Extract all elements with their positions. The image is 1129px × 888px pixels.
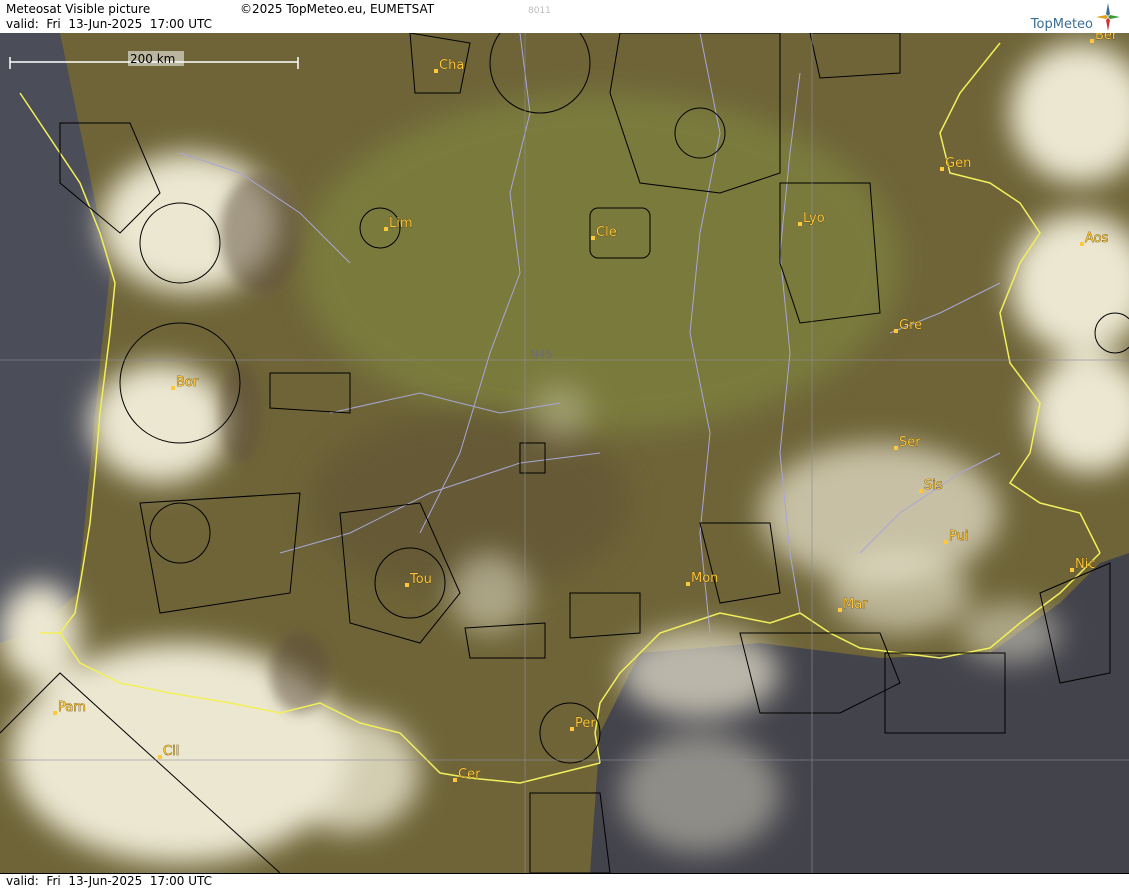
city-dot-icon: [158, 755, 162, 759]
city-dot-icon: [405, 583, 409, 587]
topmeteo-logo[interactable]: TopMeteo: [1021, 2, 1121, 32]
satellite-map[interactable]: N45 200 km Cha Ber Gen Lim Cle Lyo Aos Gre Bor Se…: [0, 33, 1129, 873]
map-frame: Meteosat Visible picture ©2025 TopMeteo.…: [0, 0, 1129, 888]
city-dot-icon: [944, 540, 948, 544]
city-label: Mar: [843, 597, 868, 612]
footer-valid-time: valid: Fri 13-Jun-2025 17:00 UTC: [6, 874, 213, 888]
city-dot-icon: [894, 329, 898, 333]
city-dot-icon: [591, 236, 595, 240]
city-ser[interactable]: Ser: [894, 435, 922, 450]
city-aos[interactable]: Aos: [1080, 231, 1109, 246]
city-dot-icon: [1080, 242, 1084, 246]
city-dot-icon: [570, 727, 574, 731]
grid-label-n45: N45: [530, 348, 552, 361]
city-label: Cer: [458, 767, 481, 782]
city-lim[interactable]: Lim: [384, 216, 413, 231]
city-label: Gen: [945, 156, 971, 171]
city-dot-icon: [894, 446, 898, 450]
city-mon[interactable]: Mon: [686, 571, 719, 586]
city-label: Cha: [439, 58, 464, 73]
city-gre[interactable]: Gre: [894, 318, 922, 333]
city-dot-icon: [1070, 568, 1074, 572]
city-bor[interactable]: Bor: [171, 375, 199, 390]
product-title: Meteosat Visible picture: [6, 2, 151, 16]
city-label: Cle: [596, 225, 617, 240]
city-label: Bor: [176, 375, 199, 390]
city-gen[interactable]: Gen: [940, 156, 972, 171]
city-dot-icon: [453, 778, 457, 782]
city-dot-icon: [919, 489, 923, 493]
city-mar[interactable]: Mar: [838, 597, 868, 612]
city-label: Lim: [389, 216, 413, 231]
city-label: Pui: [949, 529, 968, 544]
city-dot-icon: [686, 582, 690, 586]
city-dot-icon: [434, 69, 438, 73]
compass-star-icon: [1096, 3, 1120, 31]
city-dot-icon: [171, 386, 175, 390]
city-label: Ser: [899, 435, 921, 450]
city-label: Per: [575, 716, 596, 731]
city-cha[interactable]: Cha: [434, 58, 465, 73]
city-label: Ber: [1095, 33, 1118, 43]
city-label: Aos: [1085, 231, 1109, 246]
city-dot-icon: [798, 222, 802, 226]
city-label: Nic: [1075, 557, 1095, 572]
city-label: Sis: [924, 478, 943, 493]
city-label: Tou: [409, 572, 432, 587]
city-label: Gre: [899, 318, 922, 333]
city-dot-icon: [384, 227, 388, 231]
city-dot-icon: [838, 608, 842, 612]
scale-label: 200 km: [130, 52, 175, 66]
city-label: Cil: [163, 744, 179, 759]
city-pam[interactable]: Pam: [53, 700, 86, 715]
city-label: Lyo: [803, 211, 825, 226]
city-dot-icon: [1090, 39, 1094, 43]
city-label: Pam: [58, 700, 86, 715]
product-code: 8011: [528, 6, 551, 16]
header-bar: Meteosat Visible picture ©2025 TopMeteo.…: [0, 0, 1129, 34]
city-ber[interactable]: Ber: [1090, 33, 1118, 43]
valid-time: valid: Fri 13-Jun-2025 17:00 UTC: [6, 17, 213, 31]
city-dot-icon: [940, 167, 944, 171]
land-green-patch: [300, 93, 900, 433]
city-tou[interactable]: Tou: [405, 572, 432, 587]
footer-bar: valid: Fri 13-Jun-2025 17:00 UTC: [0, 873, 1129, 888]
copyright-text: ©2025 TopMeteo.eu, EUMETSAT: [240, 2, 435, 16]
city-cer[interactable]: Cer: [453, 767, 481, 782]
city-dot-icon: [53, 711, 57, 715]
logo-text: TopMeteo: [1030, 17, 1093, 32]
city-label: Mon: [691, 571, 718, 586]
